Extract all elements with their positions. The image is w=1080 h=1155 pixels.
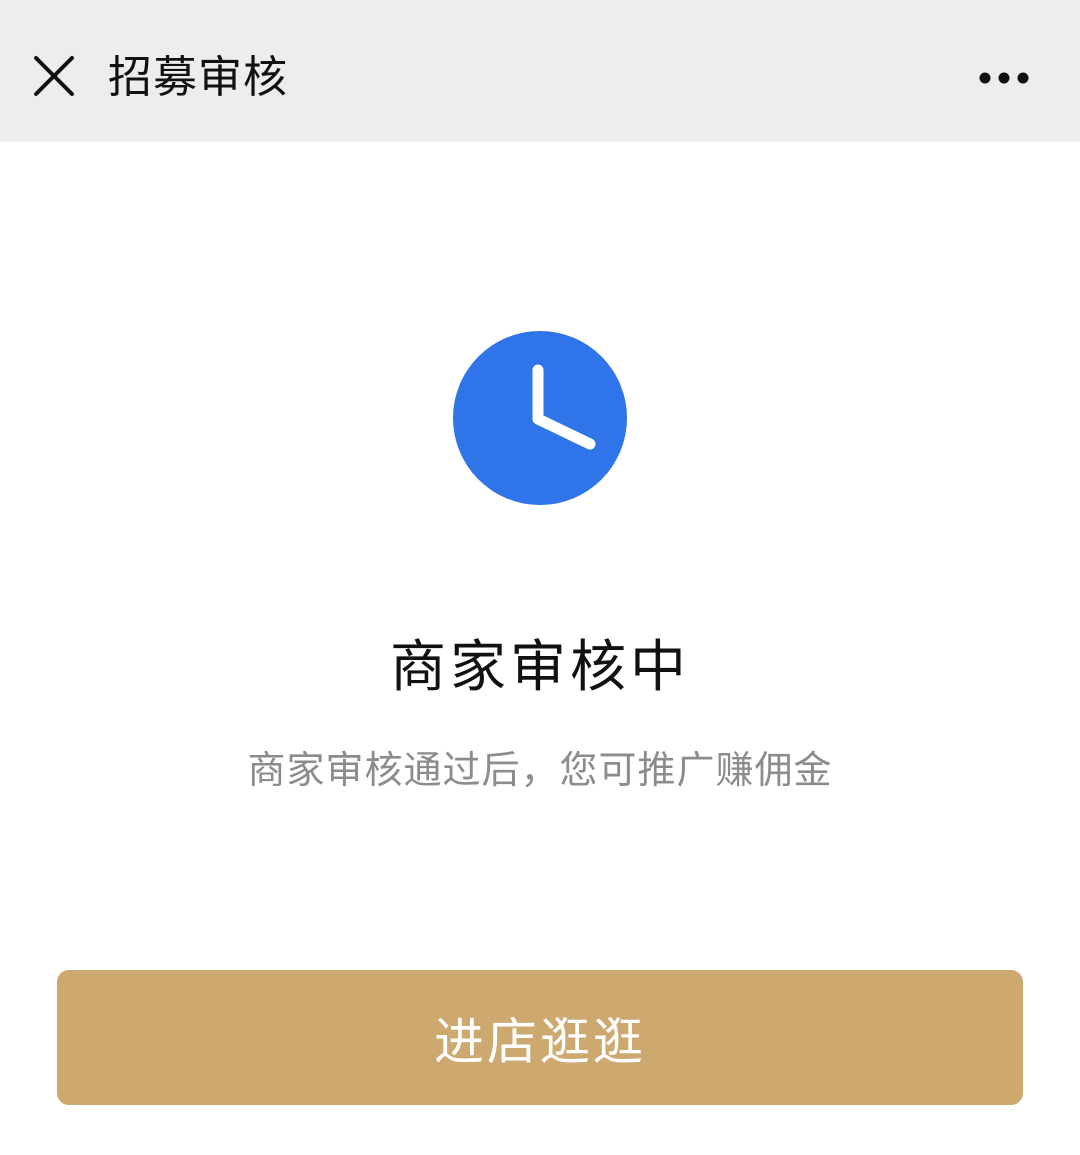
close-icon — [34, 56, 74, 96]
close-button[interactable] — [24, 46, 84, 106]
more-button[interactable] — [966, 48, 1042, 108]
top-bar: 招募审核 — [0, 0, 1080, 142]
enter-store-button-label: 进店逛逛 — [434, 1012, 646, 1071]
status-title: 商家审核中 — [390, 635, 690, 700]
more-horizontal-icon — [979, 72, 1029, 84]
clock-icon — [453, 331, 627, 505]
enter-store-button[interactable]: 进店逛逛 — [57, 970, 1023, 1105]
page-title: 招募审核 — [108, 52, 288, 103]
status-description: 商家审核通过后，您可推广赚佣金 — [247, 748, 833, 792]
page: 招募审核 商家审核中 商家审核通过后，您可推广赚佣金 进店逛逛 — [0, 0, 1080, 1155]
